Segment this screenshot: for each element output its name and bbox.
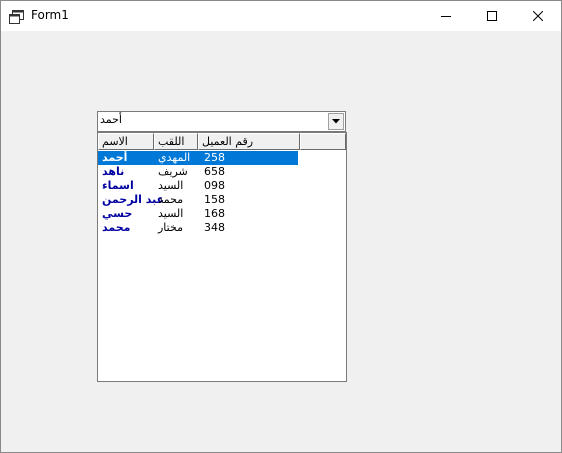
close-button[interactable] (515, 1, 561, 31)
name-combobox[interactable]: أحمد (97, 111, 346, 132)
minimize-icon (441, 16, 451, 17)
column-header-number[interactable]: رقم العميل (198, 133, 300, 150)
form-window-icon[interactable] (9, 9, 25, 24)
form-client-area: أحمد الاسم اللقب رقم العميل أحمد المهدي … (1, 31, 561, 452)
table-row[interactable]: اسماء السيد 098 (98, 179, 298, 193)
cell-title: محمد (158, 193, 184, 206)
window-title: Form1 (31, 8, 69, 22)
cell-number: 168 (204, 207, 225, 220)
cell-name: حسي (102, 207, 133, 220)
cell-number: 258 (204, 151, 225, 164)
maximize-icon (487, 11, 497, 21)
chevron-down-icon (332, 119, 340, 124)
close-icon (533, 11, 543, 21)
cell-name: عبد الرحمن (102, 193, 165, 206)
cell-number: 348 (204, 221, 225, 234)
cell-name: ناهد (102, 165, 125, 178)
column-header-name[interactable]: الاسم (98, 133, 154, 150)
cell-name: اسماء (102, 179, 134, 192)
table-row[interactable]: أحمد المهدي 258 (98, 151, 298, 165)
cell-title: السيد (158, 179, 184, 192)
cell-number: 658 (204, 165, 225, 178)
cell-name: محمد (102, 221, 131, 234)
column-header-title[interactable]: اللقب (154, 133, 198, 150)
cell-number: 158 (204, 193, 225, 206)
cell-number: 098 (204, 179, 225, 192)
cell-title: مختار (158, 221, 183, 234)
cell-title: السيد (158, 207, 184, 220)
column-header-empty (300, 133, 346, 150)
cell-title: شريف (158, 165, 188, 178)
combobox-dropdown-button[interactable] (328, 113, 344, 130)
table-row[interactable]: ناهد شريف 658 (98, 165, 298, 179)
cell-name: أحمد (102, 151, 128, 164)
title-bar[interactable]: Form1 (1, 1, 561, 31)
form-window: Form1 أحمد الاسم اللقب رقم العميل أحمد ا… (0, 0, 562, 453)
listview-header: الاسم اللقب رقم العميل (98, 133, 346, 150)
combobox-value: أحمد (100, 113, 122, 126)
maximize-button[interactable] (469, 1, 515, 31)
table-row[interactable]: عبد الرحمن محمد 158 (98, 193, 298, 207)
minimize-button[interactable] (423, 1, 469, 31)
cell-title: المهدي (158, 151, 191, 164)
table-row[interactable]: حسي السيد 168 (98, 207, 298, 221)
table-row[interactable]: محمد مختار 348 (98, 221, 298, 235)
customer-listview[interactable]: الاسم اللقب رقم العميل أحمد المهدي 258 ن… (97, 132, 347, 382)
